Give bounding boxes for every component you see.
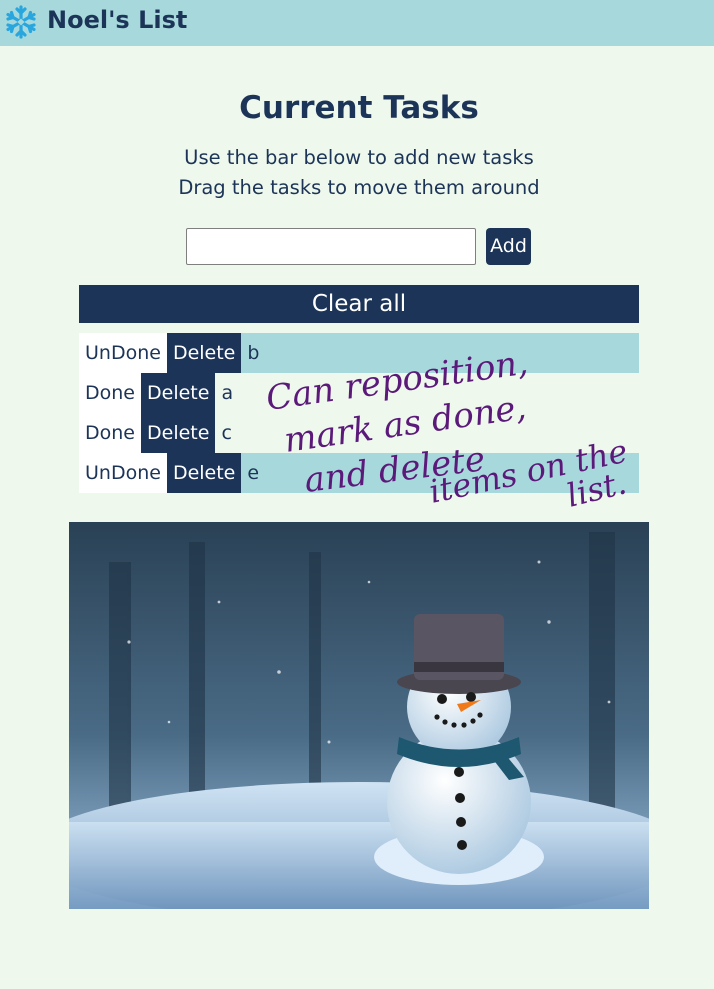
snowman-image bbox=[69, 522, 649, 909]
toggle-done-button[interactable]: Done bbox=[79, 413, 141, 453]
new-task-input[interactable] bbox=[186, 228, 476, 265]
toggle-done-button[interactable]: UnDone bbox=[79, 333, 167, 373]
instructions-drag: Drag the tasks to move them around bbox=[178, 176, 540, 199]
app-header: Noel's List bbox=[0, 0, 714, 46]
add-task-button[interactable]: Add bbox=[486, 228, 531, 265]
task-text: e bbox=[247, 462, 260, 484]
delete-button[interactable]: Delete bbox=[166, 333, 242, 373]
snowflake-icon bbox=[6, 5, 36, 39]
task-row[interactable]: UnDone Delete e bbox=[79, 453, 639, 493]
task-list: UnDone Delete b Done Delete a Done Delet… bbox=[79, 333, 639, 493]
instructions-add: Use the bar below to add new tasks bbox=[184, 146, 534, 169]
task-row[interactable]: Done Delete c bbox=[79, 413, 639, 453]
toggle-done-button[interactable]: UnDone bbox=[79, 453, 167, 493]
task-text: c bbox=[221, 422, 232, 444]
delete-button[interactable]: Delete bbox=[141, 413, 216, 453]
task-text: b bbox=[247, 342, 260, 364]
task-row[interactable]: Done Delete a bbox=[79, 373, 639, 413]
toggle-done-button[interactable]: Done bbox=[79, 373, 141, 413]
clear-all-button[interactable]: Clear all bbox=[79, 285, 639, 323]
delete-button[interactable]: Delete bbox=[166, 453, 242, 493]
task-text: a bbox=[221, 382, 234, 404]
app-title: Noel's List bbox=[47, 6, 188, 34]
delete-button[interactable]: Delete bbox=[141, 373, 216, 413]
page-title: Current Tasks bbox=[239, 90, 479, 126]
task-row[interactable]: UnDone Delete b bbox=[79, 333, 639, 373]
